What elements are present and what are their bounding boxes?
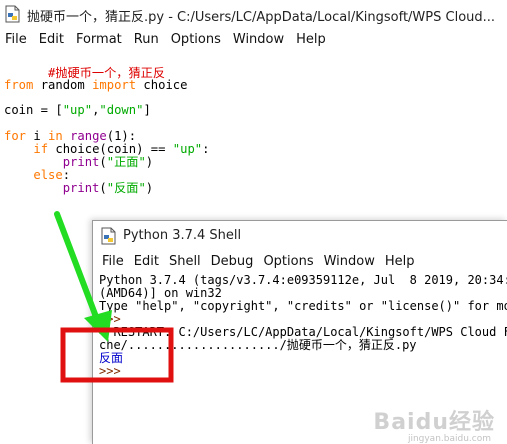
shell-menu-window[interactable]: Window (319, 254, 380, 269)
python-shell-icon (101, 227, 117, 245)
shell-prompt: >>> (99, 364, 121, 378)
code-text: : (202, 142, 210, 156)
code-line-print-tails: print("反面") (4, 181, 153, 195)
menu-help[interactable]: Help (290, 32, 332, 47)
shell-banner-line: Type "help", "copyright", "credits" or "… (99, 299, 507, 313)
watermark-logo: Baidu经验 (373, 410, 495, 435)
code-keyword: in (48, 129, 63, 143)
code-text: ) (145, 181, 154, 195)
code-builtin: range (70, 129, 107, 143)
shell-titlebar[interactable]: Python 3.7.4 Shell (93, 221, 507, 249)
watermark-url: jingyan.baidu.com (407, 434, 491, 444)
editor-window-title: 抛硬币一个，猜正反.py - C:/Users/LC/AppData/Local… (27, 10, 496, 25)
editor-titlebar[interactable]: 抛硬币一个，猜正反.py - C:/Users/LC/AppData/Local… (0, 0, 507, 28)
code-keyword: import (92, 78, 137, 92)
shell-menu-edit[interactable]: Edit (129, 254, 164, 269)
code-keyword: if (33, 142, 49, 156)
menu-format[interactable]: Format (70, 32, 128, 47)
code-builtin: print (62, 181, 100, 195)
shell-menu-file[interactable]: File (97, 254, 129, 269)
python-file-icon (5, 5, 21, 23)
code-text: (1): (106, 129, 137, 143)
code-keyword: for (4, 129, 27, 143)
menu-options[interactable]: Options (165, 32, 227, 47)
code-text: choice(coin) == (48, 142, 173, 156)
code-keyword: else (33, 168, 63, 182)
code-text: ( (99, 181, 107, 195)
shell-menu-debug[interactable]: Debug (206, 254, 259, 269)
code-keyword: from (4, 78, 34, 92)
menu-window[interactable]: Window (227, 32, 290, 47)
menu-file[interactable]: File (0, 32, 33, 47)
code-text: i (26, 129, 49, 143)
menu-edit[interactable]: Edit (33, 32, 70, 47)
code-text: : (62, 168, 71, 182)
editor-menubar: File Edit Format Run Options Window Help (0, 29, 332, 49)
code-string: "up" (172, 142, 203, 156)
code-builtin: print (62, 155, 100, 169)
code-text: coin = [ (4, 103, 63, 117)
code-string: "up" (62, 103, 93, 117)
shell-menubar: File Edit Shell Debug Options Window Hel… (97, 251, 420, 271)
code-string: "down" (99, 103, 144, 117)
code-line-else: else: (4, 168, 70, 182)
shell-window-title: Python 3.7.4 Shell (123, 228, 242, 243)
code-string: "反面" (106, 181, 146, 195)
code-string: "正面" (106, 155, 146, 169)
code-line-coin: coin = ["up","down"] (4, 103, 151, 117)
code-text: ) (145, 155, 154, 169)
code-line-print-heads: print("正面") (4, 155, 153, 169)
code-text: ( (99, 155, 107, 169)
code-line-for: for i in range(1): (4, 129, 136, 143)
code-text: choice (136, 78, 188, 92)
code-line-import: from random import choice (4, 78, 187, 92)
code-line-if: if choice(coin) == "up": (4, 142, 210, 156)
menu-run[interactable]: Run (128, 32, 165, 47)
shell-restart-line: che/...................../抛硬币一个，猜正反.py (99, 338, 417, 352)
shell-menu-options[interactable]: Options (258, 254, 318, 269)
shell-menu-shell[interactable]: Shell (164, 254, 206, 269)
code-text: ] (143, 103, 151, 117)
shell-menu-help[interactable]: Help (380, 254, 420, 269)
code-text: random (33, 78, 93, 92)
